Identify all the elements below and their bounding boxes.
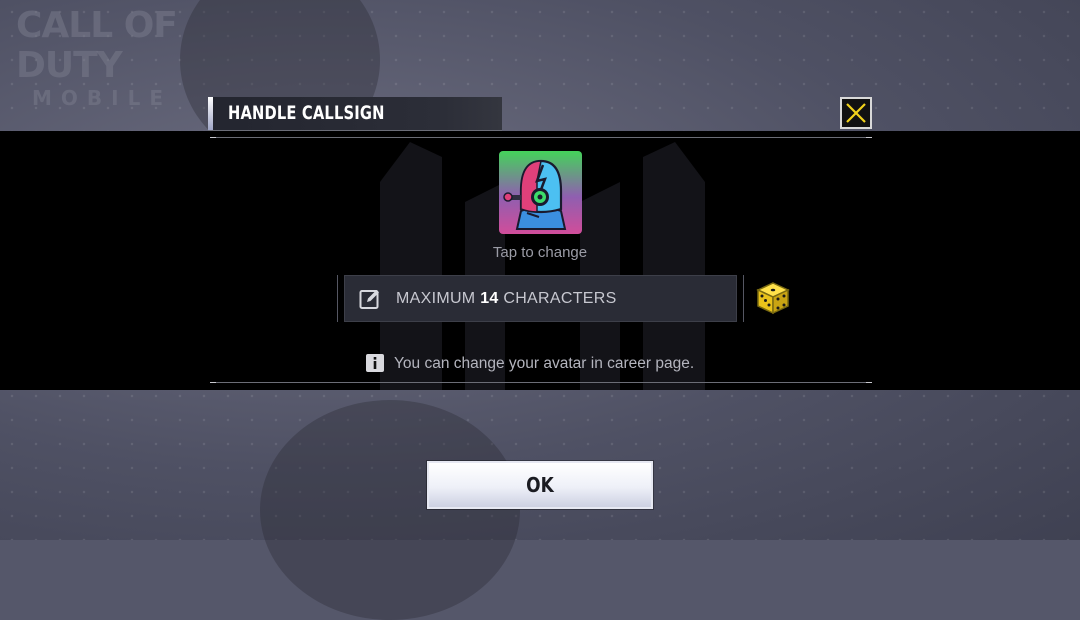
callsign-placeholder: MAXIMUM 14 CHARACTERS [396,290,617,307]
dice-icon [756,282,790,315]
game-logo: CALL OF DUTY MOBILE [16,6,226,111]
logo-subtitle: MOBILE [32,86,172,110]
background-figure [260,400,520,620]
divider-cap [866,382,872,383]
close-icon [846,103,866,123]
field-bracket [337,275,338,322]
dialog-title: HANDLE CALLSIGN [228,102,385,124]
logo-title: CALL OF DUTY [16,5,178,86]
divider-top [210,137,872,138]
info-text: You can change your avatar in career pag… [394,355,695,372]
robot-avatar-icon [499,151,582,234]
divider-cap [866,137,872,138]
dialog-title-bar: HANDLE CALLSIGN [208,97,502,131]
field-bracket [743,275,744,322]
callsign-input[interactable]: MAXIMUM 14 CHARACTERS [344,275,737,322]
avatar-button[interactable] [499,151,582,234]
ok-button[interactable]: OK [427,461,653,509]
divider-bottom [210,382,872,383]
divider-cap [210,382,216,383]
ok-button-label: OK [526,473,554,497]
close-button[interactable] [840,97,872,129]
info-icon [366,354,384,372]
avatar-hint: Tap to change [492,244,588,261]
divider-cap [210,137,216,138]
random-callsign-button[interactable] [755,281,791,315]
title-accent [208,97,213,130]
pencil-icon [359,290,379,309]
